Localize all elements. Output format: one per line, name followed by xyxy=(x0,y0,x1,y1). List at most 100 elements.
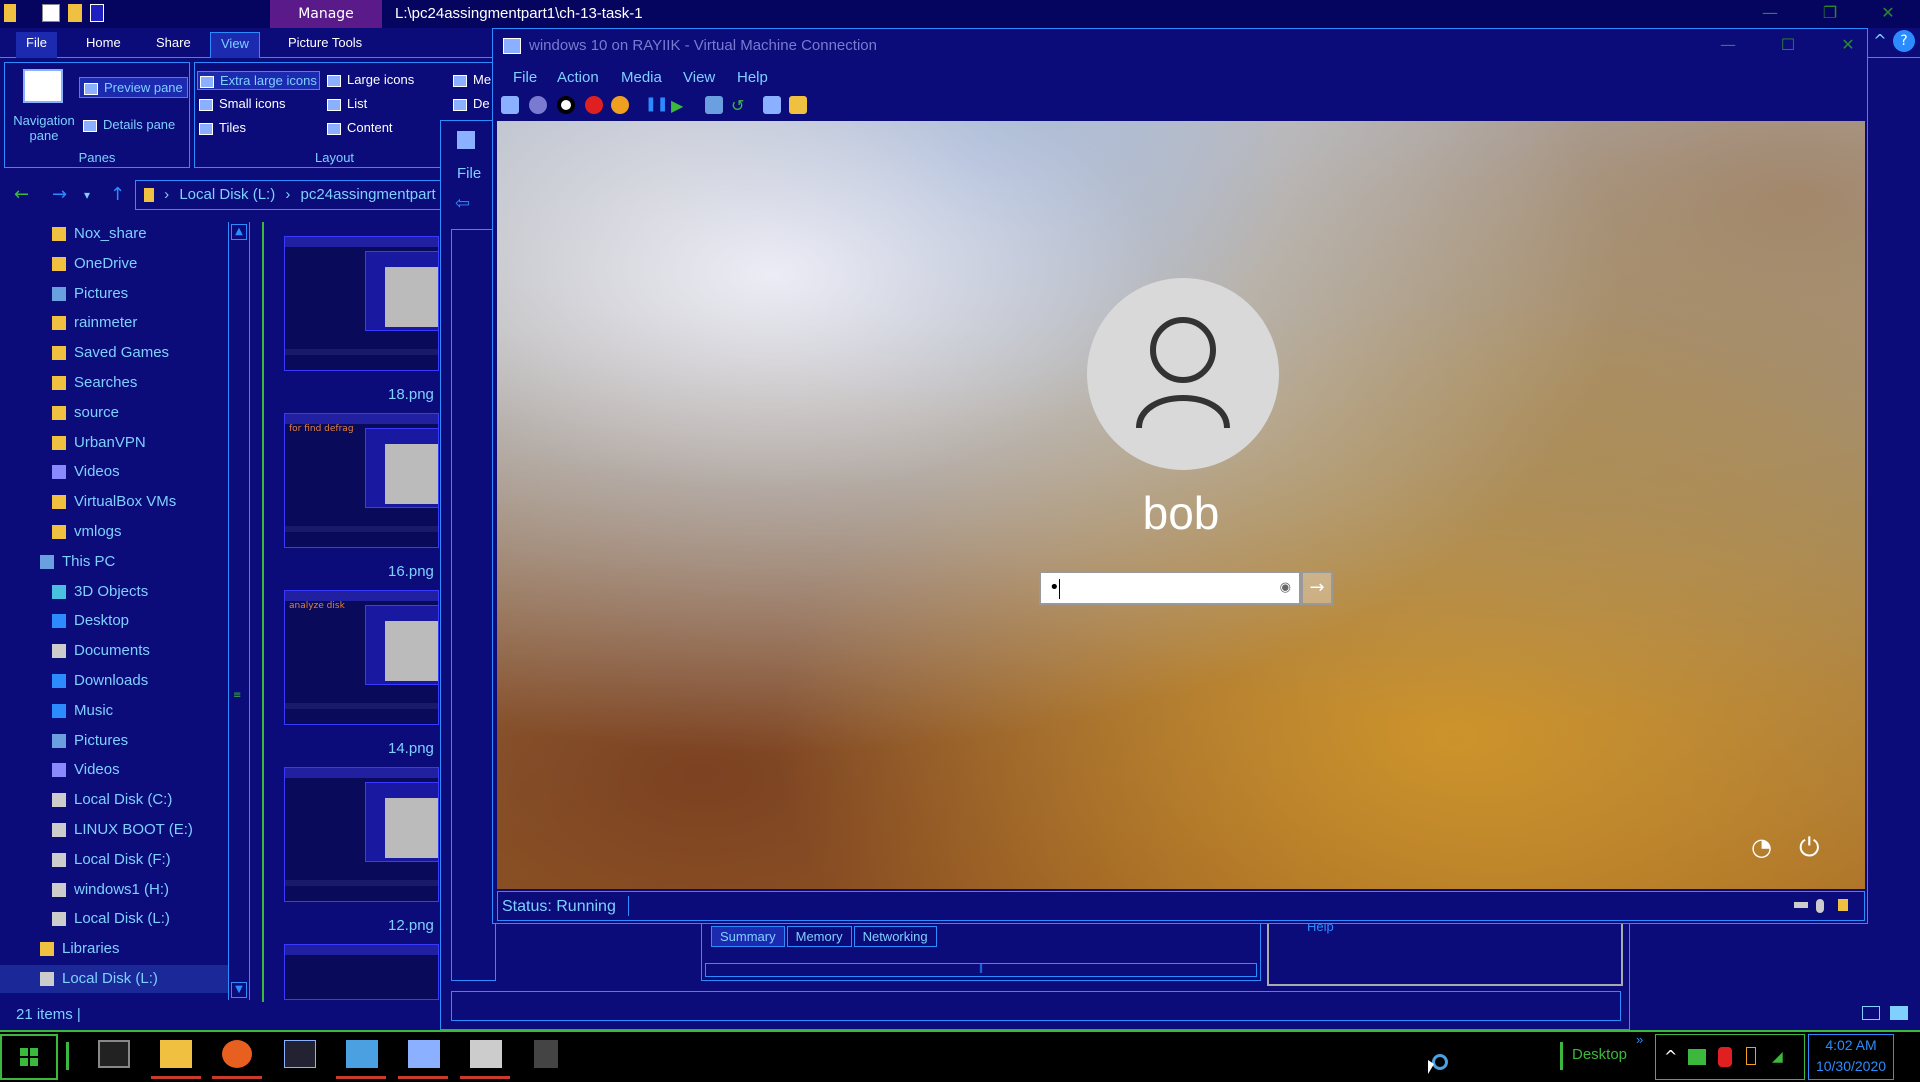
file-thumbnail[interactable] xyxy=(284,944,439,1000)
sidebar-item[interactable]: Libraries xyxy=(0,935,228,963)
tab-view[interactable]: View xyxy=(210,32,260,58)
eye-icon[interactable]: ◉ xyxy=(1280,580,1291,595)
share-icon[interactable] xyxy=(789,96,807,114)
tab-share[interactable]: Share xyxy=(146,32,201,58)
up-arrow-icon[interactable]: ↑ xyxy=(110,184,125,205)
file-name[interactable]: 12.png xyxy=(388,917,434,934)
sidebar-item[interactable]: Desktop xyxy=(0,607,228,635)
sidebar-item[interactable]: Local Disk (L:) xyxy=(0,905,228,933)
navigation-pane-icon[interactable] xyxy=(23,69,63,103)
file-explorer-icon[interactable] xyxy=(160,1040,192,1068)
show-hidden-icons-icon[interactable]: ^ xyxy=(1664,1047,1677,1066)
file-name[interactable]: 18.png xyxy=(388,386,434,403)
tab-file[interactable]: File xyxy=(16,32,57,58)
sidebar-item[interactable]: Pictures xyxy=(0,280,228,308)
powershell-icon[interactable] xyxy=(284,1040,316,1068)
minimize-icon[interactable]: — xyxy=(1713,35,1743,54)
close-icon[interactable]: ✕ xyxy=(1833,35,1863,54)
sidebar-item[interactable]: Music xyxy=(0,697,228,725)
app-icon[interactable] xyxy=(534,1040,558,1068)
hyperv-icon[interactable] xyxy=(346,1040,378,1068)
sidebar-item[interactable]: VirtualBox VMs xyxy=(0,488,228,516)
power-icon[interactable]: ⏻ xyxy=(1799,833,1829,863)
tab-networking[interactable]: Networking xyxy=(853,926,937,947)
submit-arrow-button[interactable]: → xyxy=(1301,571,1333,605)
tab-picture-tools[interactable]: Picture Tools xyxy=(278,32,372,58)
layout-medium-icons[interactable]: Me xyxy=(453,72,491,87)
sidebar-item[interactable]: Local Disk (F:) xyxy=(0,846,228,874)
revert-icon[interactable]: ↺ xyxy=(731,96,749,115)
file-thumbnail[interactable]: analyze disk xyxy=(284,590,439,725)
wifi-icon[interactable]: ◢ xyxy=(1772,1049,1783,1065)
desktop-toolbar[interactable]: Desktop xyxy=(1572,1046,1627,1063)
file-thumbnail[interactable] xyxy=(284,767,439,902)
ease-of-access-icon[interactable]: ◔ xyxy=(1751,833,1781,863)
customize-quick-access-icon[interactable] xyxy=(90,4,104,22)
ctrl-alt-del-icon[interactable] xyxy=(501,96,519,114)
navigation-scrollbar[interactable]: ▲ ≡ ▼ xyxy=(228,222,250,1000)
tab-memory[interactable]: Memory xyxy=(786,926,852,947)
menu-media[interactable]: Media xyxy=(621,69,662,86)
layout-list[interactable]: List xyxy=(327,96,367,111)
layout-extra-large-icons[interactable]: Extra large icons xyxy=(197,71,320,90)
layout-details[interactable]: De xyxy=(453,96,490,111)
tab-summary[interactable]: Summary xyxy=(711,926,785,947)
start-button[interactable] xyxy=(0,1034,58,1080)
tab-home[interactable]: Home xyxy=(76,32,131,58)
breadcrumb-local-disk[interactable]: Local Disk (L:) xyxy=(179,186,275,203)
sidebar-item[interactable]: Local Disk (L:) xyxy=(0,965,228,993)
scroll-down-arrow-icon[interactable]: ▼ xyxy=(231,982,247,998)
layout-tiles[interactable]: Tiles xyxy=(199,120,246,135)
sidebar-item[interactable]: rainmeter xyxy=(0,309,228,337)
vm-lock-screen[interactable]: bob • ◉ → ◔ ⏻ xyxy=(497,121,1865,889)
save-icon[interactable] xyxy=(611,96,629,114)
restore-icon[interactable]: ❐ xyxy=(1815,3,1845,22)
scroll-up-arrow-icon[interactable]: ▲ xyxy=(231,224,247,240)
server-icon[interactable] xyxy=(470,1040,502,1068)
sidebar-item[interactable]: Local Disk (C:) xyxy=(0,786,228,814)
sidebar-item[interactable]: source xyxy=(0,399,228,427)
sidebar-item[interactable]: Nox_share xyxy=(0,220,228,248)
breadcrumb-folder[interactable]: pc24assingmentpart xyxy=(301,186,436,203)
tray-security-icon[interactable] xyxy=(1718,1047,1732,1067)
usb-drive-icon[interactable] xyxy=(1746,1047,1756,1065)
sidebar-item[interactable]: 3D Objects xyxy=(0,578,228,606)
folder-icon[interactable] xyxy=(4,4,16,22)
password-input[interactable]: • ◉ xyxy=(1039,571,1301,605)
cortana-icon[interactable] xyxy=(1432,1054,1448,1070)
checkpoint-icon[interactable] xyxy=(705,96,723,114)
scroll-thumb[interactable]: ≡ xyxy=(233,690,245,704)
chevron-up-icon[interactable]: ^ xyxy=(1865,31,1895,50)
recent-locations-chevron-icon[interactable]: ▾ xyxy=(84,188,90,202)
shut-down-icon[interactable] xyxy=(585,96,603,114)
navigation-pane-button[interactable]: Navigation pane xyxy=(9,113,79,143)
back-arrow-icon[interactable]: ⇦ xyxy=(455,193,470,214)
menu-action[interactable]: Action xyxy=(557,69,599,86)
sidebar-item[interactable]: Searches xyxy=(0,369,228,397)
system-clock[interactable]: 4:02 AM 10/30/2020 xyxy=(1808,1034,1894,1080)
sidebar-item[interactable]: vmlogs xyxy=(0,518,228,546)
sidebar-item[interactable]: UrbanVPN xyxy=(0,429,228,457)
sidebar-item[interactable]: Documents xyxy=(0,637,228,665)
details-view-icon[interactable] xyxy=(1862,1006,1880,1020)
details-pane-button[interactable]: Details pane xyxy=(83,117,175,132)
address-field[interactable]: › Local Disk (L:) › pc24assingmentpart xyxy=(135,180,445,210)
sidebar-item[interactable]: OneDrive xyxy=(0,250,228,278)
menu-file[interactable]: File xyxy=(513,69,537,86)
sidebar-item[interactable]: windows1 (H:) xyxy=(0,876,228,904)
sidebar-item[interactable]: Videos xyxy=(0,756,228,784)
menu-help[interactable]: Help xyxy=(737,69,768,86)
turn-off-icon[interactable] xyxy=(557,96,575,114)
terminal-icon[interactable] xyxy=(98,1040,130,1068)
sidebar-item[interactable]: Saved Games xyxy=(0,339,228,367)
manage-context-tab[interactable]: Manage xyxy=(270,0,382,28)
close-icon[interactable]: ✕ xyxy=(1873,3,1903,22)
sidebar-item[interactable]: Downloads xyxy=(0,667,228,695)
layout-content[interactable]: Content xyxy=(327,120,393,135)
hv-horizontal-scrollbar[interactable]: ‖ xyxy=(705,963,1257,977)
sidebar-item[interactable]: LINUX BOOT (E:) xyxy=(0,816,228,844)
tray-app-icon[interactable] xyxy=(1688,1049,1706,1065)
file-name[interactable]: 14.png xyxy=(388,740,434,757)
maximize-icon[interactable]: ☐ xyxy=(1773,35,1803,54)
file-thumbnail[interactable]: for find defrag xyxy=(284,413,439,548)
